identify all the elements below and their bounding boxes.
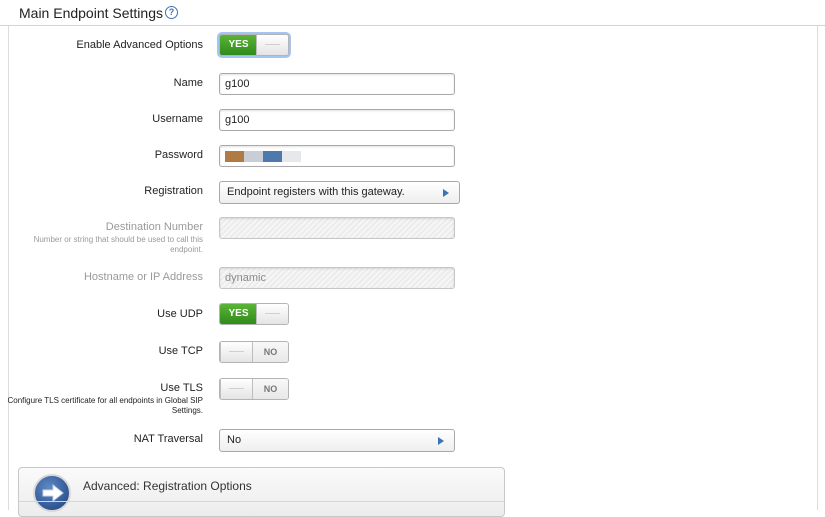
password-mask-block [244,151,263,162]
use-tls-help: Configure TLS certificate for all endpoi… [7,396,203,415]
password-mask-block [263,151,282,162]
username-label: Username [152,113,203,125]
registration-label: Registration [144,185,203,197]
help-icon[interactable]: ? [165,6,178,19]
arrow-right-circle-icon[interactable] [33,474,71,512]
chevron-right-icon [438,437,444,445]
toggle-knob[interactable] [256,304,288,324]
toggle-knob[interactable] [256,35,288,55]
toggle-knob[interactable] [220,342,253,362]
arrow-right-icon [42,483,64,503]
use-tcp-label: Use TCP [158,345,203,357]
toggle-on-text: YES [220,304,257,324]
toggle-off-text: NO [253,342,288,362]
hostname-label: Hostname or IP Address [83,271,203,283]
password-label: Password [154,149,203,161]
name-input[interactable]: g100 [219,73,455,95]
registration-select[interactable]: Endpoint registers with this gateway. [219,181,460,204]
section-title: Main Endpoint Settings [19,5,163,21]
advanced-panel-title: Advanced: Registration Options [83,479,252,493]
enable-advanced-label: Enable Advanced Options [76,39,203,51]
use-tls-label: Use TLS [160,382,203,394]
nat-traversal-value: No [227,434,242,446]
use-tls-toggle[interactable]: NO [219,378,289,400]
use-udp-label: Use UDP [157,308,203,320]
destination-number-input [219,217,455,239]
destination-number-label: Destination Number [105,221,203,233]
use-udp-toggle[interactable]: YES [219,303,289,325]
hostname-input: dynamic [219,267,455,289]
use-tcp-toggle[interactable]: NO [219,341,289,363]
registration-value: Endpoint registers with this gateway. [227,186,405,198]
nat-traversal-label: NAT Traversal [133,433,203,445]
username-input[interactable]: g100 [219,109,455,131]
enable-advanced-toggle[interactable]: YES [219,34,289,56]
toggle-knob[interactable] [220,379,253,399]
nat-traversal-select[interactable]: No [219,429,455,452]
toggle-off-text: NO [253,379,288,399]
panel-divider [19,501,504,502]
section-header: Main Endpoint Settings ? [0,0,825,26]
password-input[interactable] [219,145,455,167]
toggle-on-text: YES [220,35,257,55]
password-mask-block [225,151,244,162]
chevron-right-icon [443,189,449,197]
destination-number-help: Number or string that should be used to … [33,235,203,254]
password-mask-block [282,151,301,162]
name-label: Name [173,77,203,89]
